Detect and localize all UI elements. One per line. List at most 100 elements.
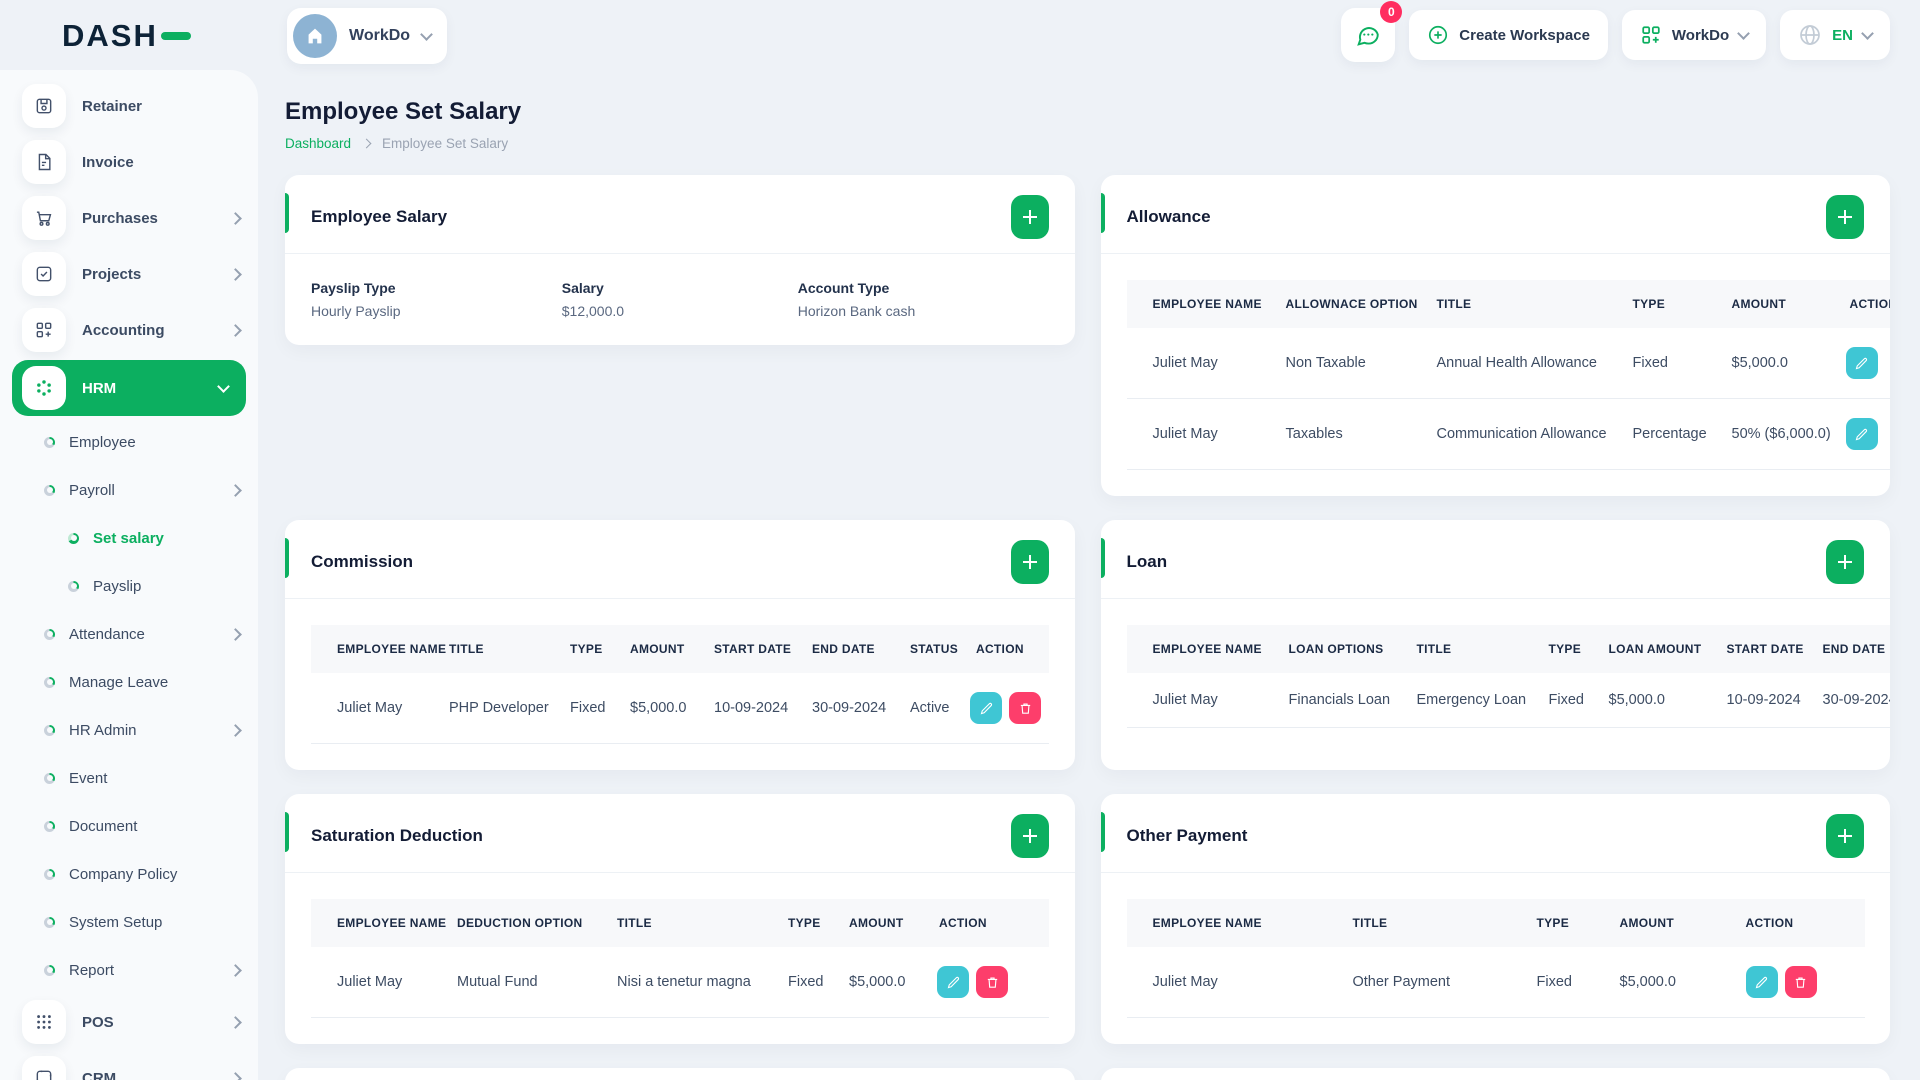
card-title: Other Payment (1126, 826, 1248, 845)
allowance-table-scroll[interactable]: Employee Name Allownace Option Title Typ… (1126, 280, 1890, 470)
column-header: Type (558, 625, 618, 673)
column-header: Employee Name (311, 625, 446, 673)
sidebar-item-invoice[interactable]: Invoice (0, 134, 258, 190)
sidebar-item-retainer[interactable]: Retainer (0, 78, 258, 134)
add-commission-button[interactable] (1010, 540, 1049, 584)
table-header-row: Employee Name Title Type Amount Start Da… (311, 625, 1049, 673)
pencil-icon (1855, 428, 1868, 440)
sidebar-item-label: Invoice (82, 153, 134, 171)
sidebar-item-system-setup[interactable]: System Setup (0, 898, 258, 946)
bullet-icon (44, 964, 55, 976)
allowance-card: Allowance Employee Name Allownace Option… (1100, 175, 1890, 496)
table-row: Juliet May PHP Developer Fixed $5,000.0 … (311, 673, 1049, 744)
sidebar-item-document[interactable]: Document (0, 802, 258, 850)
sidebar-item-attendance[interactable]: Attendance (0, 610, 258, 658)
card-body: Employee Name Loan Options Title Type Lo… (1101, 599, 1890, 754)
edit-button[interactable] (937, 966, 969, 998)
bullet-icon (44, 628, 55, 640)
sidebar-item-label: Purchases (82, 209, 158, 227)
sidebar-item-label: Company Policy (69, 865, 178, 883)
chevron-down-icon (1861, 26, 1874, 40)
add-employee-salary-button[interactable] (1010, 195, 1049, 239)
employee-name-cell: Juliet May (1126, 328, 1274, 399)
bullet-icon (44, 820, 55, 832)
column-header: Loan Amount (1596, 625, 1715, 673)
sidebar-item-projects[interactable]: Projects (0, 246, 258, 302)
plus-circle-icon (1429, 25, 1448, 45)
workdo-menu-label: WorkDo (1671, 26, 1730, 44)
sidebar-item-pos[interactable]: POS (0, 994, 258, 1050)
field-label: Payslip Type (311, 280, 396, 296)
card-title: Allowance (1126, 207, 1211, 226)
edit-button[interactable] (1745, 966, 1778, 998)
delete-button[interactable] (1009, 692, 1041, 724)
other-payment-table: Employee Name Title Type Amount Action J… (1126, 899, 1865, 1018)
sidebar-item-report[interactable]: Report (0, 946, 258, 994)
type-cell: Fixed (1536, 673, 1597, 728)
card-title: Employee Salary (311, 207, 448, 226)
sidebar-item-company-policy[interactable]: Company Policy (0, 850, 258, 898)
sidebar-item-purchases[interactable]: Purchases (0, 190, 258, 246)
create-workspace-button[interactable]: Create Workspace (1409, 10, 1608, 60)
sidebar-item-accounting[interactable]: Accounting (0, 302, 258, 358)
sidebar-item-payslip[interactable]: Payslip (0, 562, 258, 610)
edit-button[interactable] (1845, 418, 1878, 450)
retainer-icon (22, 84, 66, 128)
dash-logo-dash (160, 32, 191, 40)
chevron-right-icon (229, 1071, 242, 1080)
column-header: Type (1536, 625, 1597, 673)
sidebar-item-label: Payroll (69, 481, 115, 499)
status-cell: Active (898, 673, 964, 744)
column-header: Employee Name (1126, 625, 1277, 673)
edit-button[interactable] (970, 692, 1002, 724)
cart-icon (22, 196, 66, 240)
sidebar-item-label: Manage Leave (69, 673, 169, 691)
edit-button[interactable] (1845, 347, 1878, 379)
language-selector[interactable]: EN (1780, 10, 1890, 60)
column-header: Employee Name (1126, 899, 1341, 947)
column-header: Action (927, 899, 1049, 947)
workspace-switcher[interactable]: WorkDo (287, 8, 448, 64)
sidebar-item-crm[interactable]: CRM (0, 1050, 258, 1080)
column-header: Action (964, 625, 1049, 673)
employee-salary-fields: Payslip Type Hourly Payslip Salary $12,0… (285, 254, 1075, 345)
invoice-icon (22, 140, 66, 184)
loan-option-cell: Financials Loan (1276, 673, 1405, 728)
amount-cell: $5,000.0 (1607, 947, 1734, 1018)
sidebar-item-hrm[interactable]: HRM (12, 360, 246, 416)
column-header: Title (1340, 899, 1525, 947)
breadcrumb-dashboard-link[interactable]: Dashboard (285, 136, 351, 151)
card-body: Employee Name Title Type Amount Action J… (1101, 873, 1891, 1044)
sidebar-item-event[interactable]: Event (0, 754, 258, 802)
breadcrumb: Dashboard Employee Set Salary (285, 136, 1890, 151)
add-allowance-button[interactable] (1826, 195, 1864, 239)
add-loan-button[interactable] (1826, 540, 1864, 584)
workdo-menu-button[interactable]: WorkDo (1621, 10, 1767, 60)
type-cell: Fixed (776, 947, 837, 1018)
chevron-right-icon (229, 1015, 242, 1029)
sidebar-item-payroll[interactable]: Payroll (0, 466, 258, 514)
add-other-payment-button[interactable] (1826, 814, 1864, 858)
chevron-right-icon (229, 483, 242, 497)
type-cell: Fixed (1524, 947, 1608, 1018)
card-header: Employee Salary (285, 175, 1075, 253)
loan-table-scroll[interactable]: Employee Name Loan Options Title Type Lo… (1126, 625, 1890, 728)
allowance-table: Employee Name Allownace Option Title Typ… (1126, 280, 1890, 470)
sidebar-item-label: POS (82, 1013, 114, 1031)
checkbox-icon (22, 252, 66, 296)
bullet-icon (44, 724, 55, 736)
title-cell: Nisi a tenetur magna (605, 947, 776, 1018)
column-header: Action (1837, 280, 1890, 328)
type-cell: Percentage (1620, 398, 1720, 470)
chat-icon (1357, 27, 1380, 46)
sidebar-item-manage-leave[interactable]: Manage Leave (0, 658, 258, 706)
trash-icon (1020, 702, 1030, 714)
sidebar-item-employee[interactable]: Employee (0, 418, 258, 466)
messages-button[interactable]: 0 (1341, 1, 1403, 62)
delete-button[interactable] (976, 966, 1008, 998)
sidebar-item-hr-admin[interactable]: HR Admin (0, 706, 258, 754)
sidebar-item-label: Payslip (93, 577, 142, 595)
add-saturation-deduction-button[interactable] (1010, 814, 1049, 858)
delete-button[interactable] (1784, 966, 1817, 998)
sidebar-item-set-salary[interactable]: Set salary (0, 514, 258, 562)
